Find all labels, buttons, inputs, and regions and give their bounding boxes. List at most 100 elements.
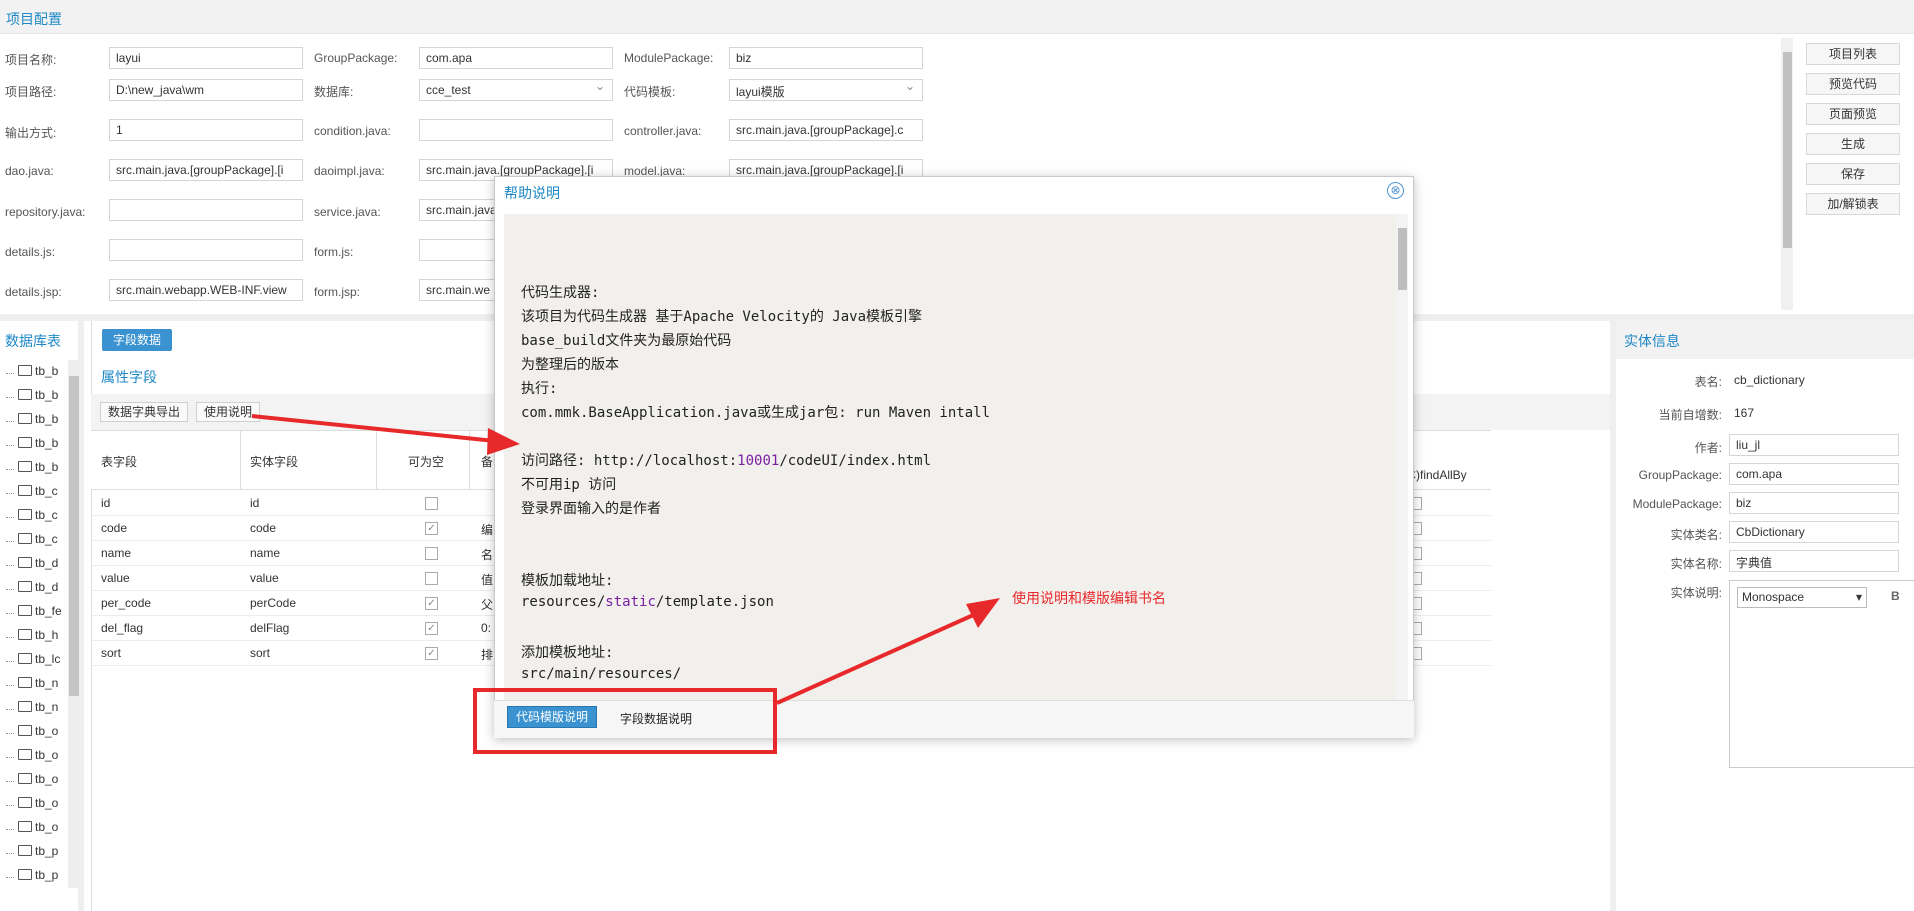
cell-note: 值	[481, 573, 494, 587]
editor-font-select[interactable]: Monospace ▾	[1737, 587, 1867, 608]
tree-item-label: tb_h	[35, 628, 59, 642]
project-list-button[interactable]: 项目列表	[1806, 43, 1900, 65]
entity-class-name-input[interactable]: CbDictionary	[1729, 521, 1899, 543]
entity-group-package-input[interactable]: com.apa	[1729, 463, 1899, 485]
tree-item-table[interactable]: tb_o	[6, 796, 58, 816]
module-package-input[interactable]: biz	[729, 47, 923, 69]
column-header-nullable[interactable]: 可为空	[408, 453, 444, 470]
database-select-value: cce_test	[426, 83, 471, 97]
field-label-condition-java: condition.java:	[314, 124, 391, 138]
nullable-checkbox[interactable]: ✓	[425, 647, 438, 660]
tree-item-table[interactable]: tb_h	[6, 628, 59, 648]
close-icon[interactable]: ⊗	[1387, 182, 1404, 199]
cell-table-field: del_flag	[101, 621, 144, 635]
lock-unlock-table-button[interactable]: 加/解锁表	[1806, 193, 1900, 215]
controller-java-input[interactable]: src.main.java.[groupPackage].c	[729, 119, 923, 141]
tree-item-table[interactable]: tb_lc	[6, 652, 60, 672]
tree-item-table[interactable]: tb_b	[6, 436, 59, 456]
tree-item-table[interactable]: tb_n	[6, 676, 58, 696]
tree-item-label: tb_o	[35, 820, 59, 834]
export-dictionary-button[interactable]: 数据字典导出	[100, 402, 189, 422]
database-select[interactable]: cce_test	[419, 79, 613, 101]
path-suffix-text: /template.json	[655, 594, 774, 610]
tree-item-table[interactable]: tb_b	[6, 412, 58, 432]
preview-code-button[interactable]: 预览代码	[1806, 73, 1900, 95]
group-package-input[interactable]: com.apa	[419, 47, 613, 69]
code-template-select[interactable]: layui模版	[729, 79, 923, 101]
generate-button[interactable]: 生成	[1806, 133, 1900, 155]
folder-icon	[18, 533, 32, 544]
grid-column-divider	[469, 430, 470, 490]
tree-item-table[interactable]: tb_o	[6, 724, 58, 744]
cell-entity-field: sort	[250, 646, 271, 660]
bold-button[interactable]: B	[1891, 589, 1900, 603]
project-name-input[interactable]: layui	[109, 47, 303, 69]
tab-field-data[interactable]: 字段数据	[102, 329, 172, 351]
nullable-checkbox[interactable]: ✓	[425, 622, 438, 635]
dialog-scrollbar-thumb[interactable]	[1398, 228, 1407, 290]
field-label-details-jsp: details.jsp:	[5, 285, 62, 299]
tree-item-table[interactable]: tb_o	[6, 772, 58, 792]
tree-item-table[interactable]: tb_n	[6, 700, 58, 720]
nullable-checkbox[interactable]: ✓	[425, 597, 438, 610]
tree-item-table[interactable]: tb_c	[6, 508, 58, 528]
tree-item-table[interactable]: tb_d	[6, 556, 58, 576]
usage-help-button[interactable]: 使用说明	[196, 402, 261, 422]
project-config-header	[0, 0, 1914, 34]
field-label-project-path: 项目路径:	[5, 85, 57, 99]
project-path-input[interactable]: D:\new_java\wm	[109, 79, 303, 101]
column-header-table-field[interactable]: 表字段	[101, 453, 137, 470]
entity-auto-increment-value: 167	[1734, 406, 1755, 420]
page-preview-button[interactable]: 页面预览	[1806, 103, 1900, 125]
field-label-daoimpl-java: daoimpl.java:	[314, 164, 385, 178]
cell-entity-field: perCode	[250, 596, 297, 610]
database-tables-title: 数据库表	[5, 333, 61, 349]
save-button[interactable]: 保存	[1806, 163, 1900, 185]
folder-icon	[18, 725, 32, 736]
cell-note: 父	[481, 598, 494, 612]
entity-module-package-input[interactable]: biz	[1729, 492, 1899, 514]
cell-entity-field: name	[250, 546, 281, 560]
details-js-input[interactable]	[109, 239, 303, 261]
tree-item-table[interactable]: tb_fe	[6, 604, 62, 624]
dao-java-input[interactable]: src.main.java.[groupPackage].[i	[109, 159, 303, 181]
tree-item-table[interactable]: tb_p	[6, 844, 58, 864]
cell-table-field: name	[101, 546, 132, 560]
condition-java-input[interactable]	[419, 119, 613, 141]
output-mode-input[interactable]: 1	[109, 119, 303, 141]
column-header-entity-field[interactable]: 实体字段	[250, 453, 298, 470]
nullable-checkbox[interactable]	[425, 572, 438, 585]
tree-item-table[interactable]: tb_o	[6, 748, 58, 768]
tree-item-table[interactable]: tb_b	[6, 460, 58, 480]
tree-item-table[interactable]: tb_b	[6, 364, 58, 384]
repository-java-input[interactable]	[109, 199, 303, 221]
tree-item-table[interactable]: tb_c	[6, 532, 58, 552]
entity-author-input[interactable]: liu_jl	[1729, 434, 1899, 456]
folder-icon	[18, 605, 32, 616]
project-config-title: 项目配置	[6, 11, 62, 27]
tree-scrollbar-thumb[interactable]	[69, 376, 79, 696]
tree-item-table[interactable]: tb_d	[6, 580, 58, 600]
tree-item-table[interactable]: tb_p	[6, 868, 58, 888]
tree-item-table[interactable]: tb_b	[6, 388, 58, 408]
tree-item-table[interactable]: tb_o	[6, 820, 59, 840]
config-scrollbar-thumb[interactable]	[1783, 52, 1792, 248]
folder-icon	[18, 389, 32, 400]
cell-table-field: id	[101, 496, 111, 510]
cell-entity-field: id	[250, 496, 260, 510]
column-header-note[interactable]: 备	[481, 453, 493, 470]
cell-note: 0:	[481, 621, 492, 635]
entity-author-label: 作者:	[1694, 441, 1722, 455]
entity-name-input[interactable]: 字典值	[1729, 550, 1899, 572]
nullable-checkbox[interactable]: ✓	[425, 522, 438, 535]
details-jsp-input[interactable]: src.main.webapp.WEB-INF.view	[109, 279, 303, 301]
field-label-repository-java: repository.java:	[5, 205, 86, 219]
field-label-module-package: ModulePackage:	[624, 51, 714, 65]
cell-entity-field: value	[250, 571, 279, 585]
tree-item-label: tb_b	[35, 436, 59, 450]
nullable-checkbox[interactable]	[425, 547, 438, 560]
tree-item-table[interactable]: tb_c	[6, 484, 58, 504]
folder-icon	[18, 557, 32, 568]
entity-description-editor[interactable]	[1729, 580, 1914, 768]
nullable-checkbox[interactable]	[425, 497, 438, 510]
